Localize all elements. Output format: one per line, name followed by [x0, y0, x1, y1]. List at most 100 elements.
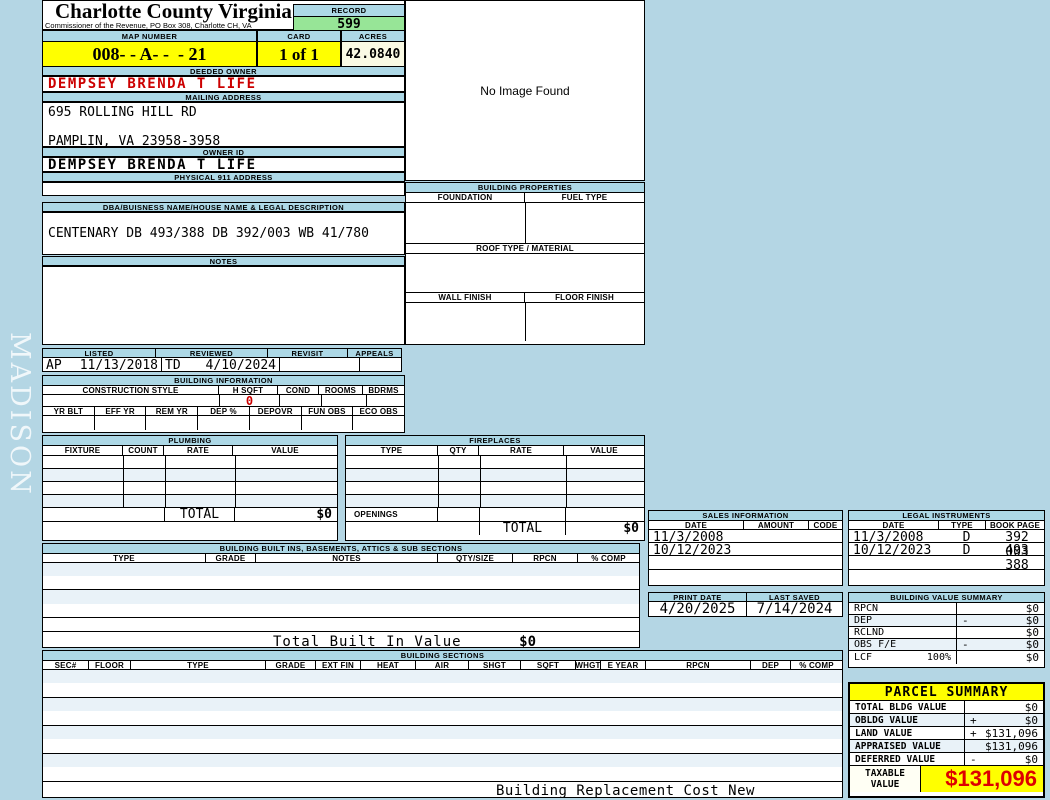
ps-op: -: [970, 752, 977, 766]
ps-label: LAND VALUE: [850, 727, 965, 739]
dep-pct-value: [198, 416, 250, 430]
parcel-summary-row: APPRAISED VALUE $131,096: [850, 740, 1043, 753]
inst-bookpage: 392 003: [1005, 530, 1029, 560]
appeals-header: APPEALS: [348, 349, 401, 358]
plumbing-row: [43, 456, 337, 469]
built-ins-row: [43, 590, 639, 604]
parcel-summary-row: LAND VALUE + $131,096: [850, 727, 1043, 740]
foundation-value: [406, 203, 526, 243]
value-summary-row: RPCN $0: [849, 602, 1044, 615]
sales-date: 10/12/2023: [653, 543, 732, 558]
building-information-table: BUILDING INFORMATION CONSTRUCTION STYLE …: [42, 375, 405, 433]
wallfinish-header: WALL FINISH: [406, 293, 525, 302]
air-header: AIR: [416, 661, 469, 670]
plumbing-total-value: $0: [316, 507, 332, 522]
ps-label: DEFERRED VALUE: [850, 753, 965, 765]
extfin-header: EXT FIN: [316, 661, 361, 670]
sales-amount: [748, 530, 813, 542]
sec-header: SEC#: [43, 661, 89, 670]
ps-label: TOTAL BLDG VALUE: [850, 701, 965, 713]
section-row: [43, 670, 842, 683]
instrument-row: 11/3/2008 D 392 003: [849, 530, 1044, 560]
revisit-cell: [280, 358, 360, 371]
sales-amount: [748, 543, 813, 555]
plumbing-total-spacer: [43, 508, 165, 521]
vs-label: RCLND: [854, 627, 885, 638]
built-ins-total-value: $0: [519, 634, 536, 650]
notes-value: [42, 266, 405, 345]
acres-box: ACRES 42.0840: [341, 30, 405, 67]
mailing-address-box: 695 ROLLING HILL RD PAMPLIN, VA 23958-39…: [42, 102, 405, 149]
print-date-label: PRINT DATE: [649, 593, 747, 602]
plumbing-table: PLUMBING FIXTURE COUNT RATE VALUE TOTAL …: [42, 435, 338, 541]
property-record-card: MADISON Charlotte County Virginia Commis…: [0, 0, 1050, 800]
appeals-cell: [360, 358, 401, 371]
legal-instruments-table: LEGAL INSTRUMENTS DATE TYPE BOOK PAGE 11…: [848, 510, 1045, 586]
value-summary-row: OBS F/E - $0: [849, 638, 1044, 651]
value-header: VALUE: [233, 446, 337, 455]
dep-header: DEP: [751, 661, 791, 670]
bi-rpcn-header: RPCN: [513, 554, 578, 563]
fueltype-header: FUEL TYPE: [525, 193, 644, 202]
notes-label: NOTES: [42, 256, 405, 266]
property-photo-placeholder: No Image Found: [405, 0, 645, 181]
parcel-summary-row: OBLDG VALUE + $0: [850, 714, 1043, 727]
fp-qty-header: QTY: [438, 446, 479, 455]
section-row: [43, 767, 842, 782]
inst-date: 10/12/2023: [853, 543, 932, 558]
owner-id-label: OWNER ID: [42, 147, 405, 157]
bi-grade-header: GRADE: [206, 554, 256, 563]
section-row: [43, 698, 842, 711]
section-row: [43, 683, 842, 698]
mailing-address-line2: PAMPLIN, VA 23958-3958: [48, 134, 221, 149]
built-ins-title: BUILDING BUILT INS, BASEMENTS, ATTICS & …: [43, 544, 639, 554]
eyear-header: E YEAR: [601, 661, 646, 670]
card-box: CARD 1 of 1: [257, 30, 341, 67]
instrument-row: 10/12/2023 D 493 388: [849, 543, 1044, 573]
vs-label: OBS F/E: [854, 639, 897, 650]
reviewed-date: 4/10/2024: [205, 358, 276, 373]
record-label: RECORD: [294, 5, 404, 17]
remyr-value: [146, 416, 199, 430]
shgt-header: SHGT: [469, 661, 521, 670]
deeded-owner-label: DEEDED OWNER: [42, 66, 405, 76]
map-number-value: 008- - A- - - 21: [43, 42, 256, 67]
vs-label: RPCN: [854, 603, 879, 614]
listed-by: AP: [46, 358, 62, 373]
value-summary-row: RCLND $0: [849, 626, 1044, 639]
ecoobs-header: ECO OBS: [353, 407, 405, 416]
foundation-header: FOUNDATION: [406, 193, 525, 202]
record-box: RECORD 599: [293, 4, 405, 32]
inst-bookpage-header: BOOK PAGE: [986, 521, 1044, 530]
vs-value: $0: [1025, 651, 1039, 664]
bdrms-header: BDRMS: [363, 386, 404, 395]
floorfinish-value: [526, 303, 644, 341]
depovr-value: [250, 416, 302, 430]
bi-type-header: TYPE: [43, 554, 206, 563]
sqft-header: SQFT: [521, 661, 576, 670]
mailing-address-line1: 695 ROLLING HILL RD: [48, 105, 197, 120]
reviewed-cell: TD 4/10/2024: [162, 358, 280, 373]
parcel-summary-row: DEFERRED VALUE - $0: [850, 753, 1043, 766]
fireplaces-row: [346, 456, 644, 469]
value-summary-title: BUILDING VALUE SUMMARY: [849, 593, 1044, 603]
physical-address-value: [42, 182, 405, 196]
sales-row: 10/12/2023: [649, 543, 842, 558]
floorfinish-header: FLOOR FINISH: [525, 293, 644, 302]
rate-header: RATE: [164, 446, 233, 455]
built-ins-row: [43, 576, 639, 590]
value-summary-row: LCF 100% $0: [849, 651, 1044, 664]
ps-op: +: [970, 713, 977, 727]
sales-row: [649, 556, 842, 570]
openings-rate: [480, 508, 566, 521]
ps-value: $0: [1024, 752, 1038, 766]
last-saved-label: LAST SAVED: [747, 593, 842, 602]
taxable-label: TAXABLE VALUE: [850, 766, 921, 792]
review-table: LISTED REVIEWED REVISIT APPEALS AP 11/13/…: [42, 348, 402, 373]
openings-qty: [438, 508, 480, 521]
dba-label: DBA/BUISNESS NAME/HOUSE NAME & LEGAL DES…: [42, 202, 405, 212]
vs-label: DEP: [854, 615, 873, 626]
construction-style-value: [43, 395, 220, 406]
grade-header: GRADE: [266, 661, 316, 670]
floor-header: FLOOR: [89, 661, 131, 670]
